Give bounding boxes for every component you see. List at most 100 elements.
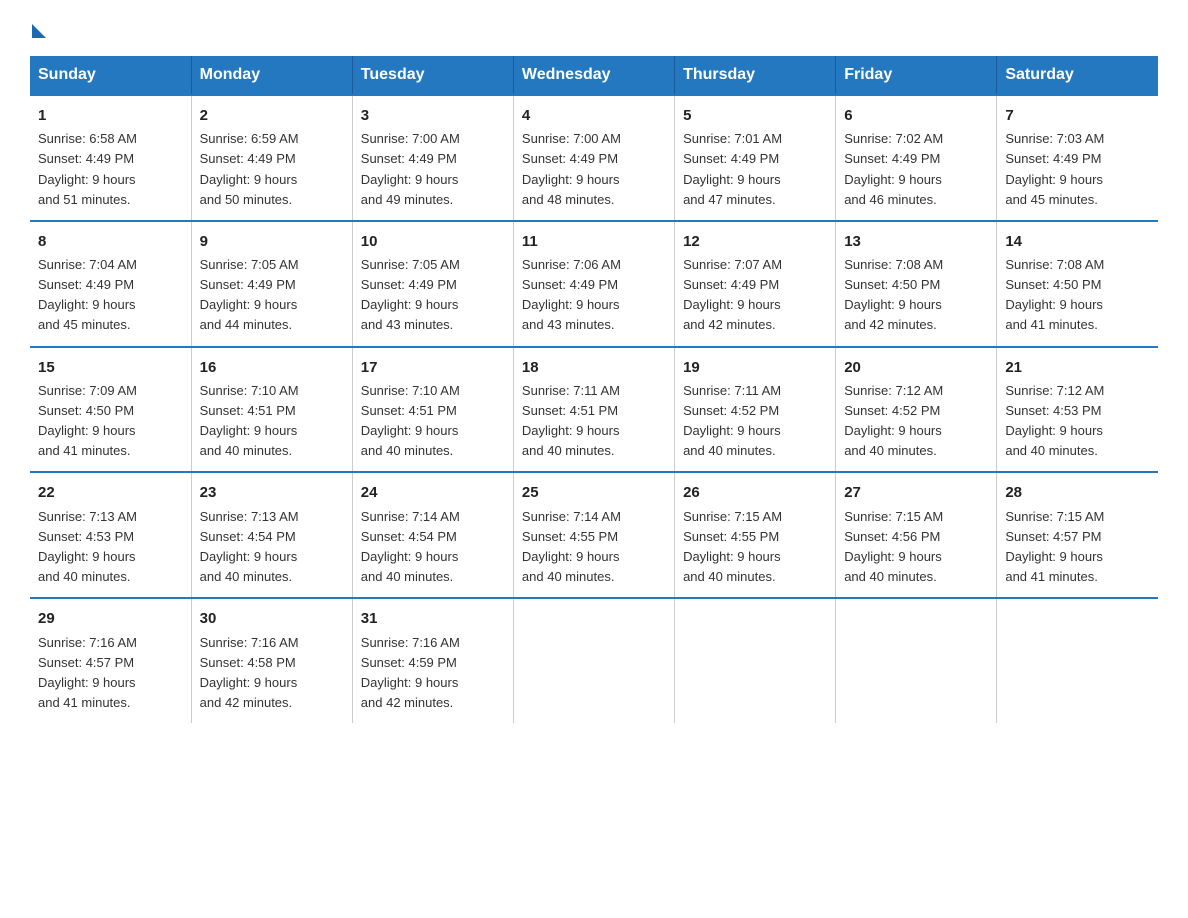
day-number: 12 bbox=[683, 230, 827, 253]
day-number: 26 bbox=[683, 481, 827, 504]
calendar-day-cell: 27 Sunrise: 7:15 AMSunset: 4:56 PMDayligh… bbox=[836, 472, 997, 598]
calendar-week-row: 8Sunrise: 7:04 AMSunset: 4:49 PMDaylight… bbox=[30, 221, 1158, 347]
day-info: Sunrise: 7:00 AMSunset: 4:49 PMDaylight:… bbox=[522, 129, 666, 210]
day-info: Sunrise: 7:06 AMSunset: 4:49 PMDaylight:… bbox=[522, 255, 666, 336]
day-number: 27 bbox=[844, 481, 988, 504]
day-info: Sunrise: 7:16 AMSunset: 4:57 PMDaylight:… bbox=[38, 633, 183, 714]
day-info: Sunrise: 7:00 AMSunset: 4:49 PMDaylight:… bbox=[361, 129, 505, 210]
calendar-day-cell: 7Sunrise: 7:03 AMSunset: 4:49 PMDaylight… bbox=[997, 95, 1158, 221]
calendar-day-cell: 13Sunrise: 7:08 AMSunset: 4:50 PMDayligh… bbox=[836, 221, 997, 347]
day-number: 20 bbox=[844, 356, 988, 379]
day-info: Sunrise: 6:59 AMSunset: 4:49 PMDaylight:… bbox=[200, 129, 344, 210]
day-number: 13 bbox=[844, 230, 988, 253]
day-info: Sunrise: 7:03 AMSunset: 4:49 PMDaylight:… bbox=[1005, 129, 1150, 210]
calendar-day-cell: 16Sunrise: 7:10 AMSunset: 4:51 PMDayligh… bbox=[191, 347, 352, 473]
day-info: Sunrise: 7:15 AMSunset: 4:56 PMDaylight:… bbox=[844, 507, 988, 588]
day-info: Sunrise: 7:01 AMSunset: 4:49 PMDaylight:… bbox=[683, 129, 827, 210]
day-number: 5 bbox=[683, 104, 827, 127]
day-number: 17 bbox=[361, 356, 505, 379]
day-info: Sunrise: 7:15 AMSunset: 4:57 PMDaylight:… bbox=[1005, 507, 1150, 588]
logo-triangle-icon bbox=[32, 24, 46, 38]
page-header bbox=[30, 20, 1158, 38]
calendar-day-cell: 25 Sunrise: 7:14 AMSunset: 4:55 PMDayligh… bbox=[513, 472, 674, 598]
calendar-week-row: 1Sunrise: 6:58 AMSunset: 4:49 PMDaylight… bbox=[30, 95, 1158, 221]
weekday-header-tuesday: Tuesday bbox=[352, 56, 513, 95]
day-number: 15 bbox=[38, 356, 183, 379]
day-number: 18 bbox=[522, 356, 666, 379]
calendar-day-cell: 8Sunrise: 7:04 AMSunset: 4:49 PMDaylight… bbox=[30, 221, 191, 347]
calendar-day-cell: 22Sunrise: 7:13 AMSunset: 4:53 PMDayligh… bbox=[30, 472, 191, 598]
calendar-day-cell: 15Sunrise: 7:09 AMSunset: 4:50 PMDayligh… bbox=[30, 347, 191, 473]
calendar-day-cell: 28 Sunrise: 7:15 AMSunset: 4:57 PMDayligh… bbox=[997, 472, 1158, 598]
calendar-week-row: 29 Sunrise: 7:16 AMSunset: 4:57 PMDayligh… bbox=[30, 598, 1158, 723]
day-info: Sunrise: 7:12 AMSunset: 4:53 PMDaylight:… bbox=[1005, 381, 1150, 462]
calendar-day-cell bbox=[997, 598, 1158, 723]
calendar-day-cell: 4Sunrise: 7:00 AMSunset: 4:49 PMDaylight… bbox=[513, 95, 674, 221]
day-number: 9 bbox=[200, 230, 344, 253]
calendar-day-cell: 10Sunrise: 7:05 AMSunset: 4:49 PMDayligh… bbox=[352, 221, 513, 347]
day-info: Sunrise: 7:05 AMSunset: 4:49 PMDaylight:… bbox=[200, 255, 344, 336]
day-info: Sunrise: 7:15 AMSunset: 4:55 PMDaylight:… bbox=[683, 507, 827, 588]
day-number: 19 bbox=[683, 356, 827, 379]
calendar-day-cell bbox=[675, 598, 836, 723]
day-number: 3 bbox=[361, 104, 505, 127]
day-number: 7 bbox=[1005, 104, 1150, 127]
day-info: Sunrise: 7:04 AMSunset: 4:49 PMDaylight:… bbox=[38, 255, 183, 336]
calendar-day-cell: 18Sunrise: 7:11 AMSunset: 4:51 PMDayligh… bbox=[513, 347, 674, 473]
calendar-day-cell: 19Sunrise: 7:11 AMSunset: 4:52 PMDayligh… bbox=[675, 347, 836, 473]
calendar-week-row: 22Sunrise: 7:13 AMSunset: 4:53 PMDayligh… bbox=[30, 472, 1158, 598]
day-number: 24 bbox=[361, 481, 505, 504]
day-number: 10 bbox=[361, 230, 505, 253]
calendar-day-cell: 30 Sunrise: 7:16 AMSunset: 4:58 PMDayligh… bbox=[191, 598, 352, 723]
weekday-header-monday: Monday bbox=[191, 56, 352, 95]
weekday-header-wednesday: Wednesday bbox=[513, 56, 674, 95]
day-number: 1 bbox=[38, 104, 183, 127]
day-info: Sunrise: 7:09 AMSunset: 4:50 PMDaylight:… bbox=[38, 381, 183, 462]
calendar-day-cell bbox=[513, 598, 674, 723]
day-info: Sunrise: 7:16 AMSunset: 4:58 PMDaylight:… bbox=[200, 633, 344, 714]
calendar-week-row: 15Sunrise: 7:09 AMSunset: 4:50 PMDayligh… bbox=[30, 347, 1158, 473]
day-number: 4 bbox=[522, 104, 666, 127]
day-number: 14 bbox=[1005, 230, 1150, 253]
day-number: 2 bbox=[200, 104, 344, 127]
day-number: 8 bbox=[38, 230, 183, 253]
calendar-day-cell: 26 Sunrise: 7:15 AMSunset: 4:55 PMDayligh… bbox=[675, 472, 836, 598]
day-info: Sunrise: 7:11 AMSunset: 4:51 PMDaylight:… bbox=[522, 381, 666, 462]
calendar-day-cell: 24 Sunrise: 7:14 AMSunset: 4:54 PMDayligh… bbox=[352, 472, 513, 598]
calendar-day-cell: 20Sunrise: 7:12 AMSunset: 4:52 PMDayligh… bbox=[836, 347, 997, 473]
day-info: Sunrise: 7:02 AMSunset: 4:49 PMDaylight:… bbox=[844, 129, 988, 210]
calendar-day-cell: 9Sunrise: 7:05 AMSunset: 4:49 PMDaylight… bbox=[191, 221, 352, 347]
day-info: Sunrise: 7:13 AMSunset: 4:53 PMDaylight:… bbox=[38, 507, 183, 588]
day-info: Sunrise: 6:58 AMSunset: 4:49 PMDaylight:… bbox=[38, 129, 183, 210]
calendar-day-cell: 17Sunrise: 7:10 AMSunset: 4:51 PMDayligh… bbox=[352, 347, 513, 473]
calendar-day-cell: 12Sunrise: 7:07 AMSunset: 4:49 PMDayligh… bbox=[675, 221, 836, 347]
day-info: Sunrise: 7:08 AMSunset: 4:50 PMDaylight:… bbox=[1005, 255, 1150, 336]
weekday-header-thursday: Thursday bbox=[675, 56, 836, 95]
weekday-header-saturday: Saturday bbox=[997, 56, 1158, 95]
calendar-day-cell: 2Sunrise: 6:59 AMSunset: 4:49 PMDaylight… bbox=[191, 95, 352, 221]
day-number: 16 bbox=[200, 356, 344, 379]
calendar-table: SundayMondayTuesdayWednesdayThursdayFrid… bbox=[30, 56, 1158, 723]
day-number: 23 bbox=[200, 481, 344, 504]
day-number: 28 bbox=[1005, 481, 1150, 504]
weekday-header-sunday: Sunday bbox=[30, 56, 191, 95]
day-info: Sunrise: 7:12 AMSunset: 4:52 PMDaylight:… bbox=[844, 381, 988, 462]
calendar-day-cell: 11Sunrise: 7:06 AMSunset: 4:49 PMDayligh… bbox=[513, 221, 674, 347]
day-info: Sunrise: 7:14 AMSunset: 4:55 PMDaylight:… bbox=[522, 507, 666, 588]
calendar-day-cell: 5Sunrise: 7:01 AMSunset: 4:49 PMDaylight… bbox=[675, 95, 836, 221]
day-number: 21 bbox=[1005, 356, 1150, 379]
day-number: 25 bbox=[522, 481, 666, 504]
day-info: Sunrise: 7:11 AMSunset: 4:52 PMDaylight:… bbox=[683, 381, 827, 462]
day-info: Sunrise: 7:07 AMSunset: 4:49 PMDaylight:… bbox=[683, 255, 827, 336]
calendar-day-cell: 14Sunrise: 7:08 AMSunset: 4:50 PMDayligh… bbox=[997, 221, 1158, 347]
day-info: Sunrise: 7:14 AMSunset: 4:54 PMDaylight:… bbox=[361, 507, 505, 588]
day-number: 6 bbox=[844, 104, 988, 127]
day-number: 11 bbox=[522, 230, 666, 253]
day-number: 29 bbox=[38, 607, 183, 630]
logo bbox=[30, 20, 46, 38]
calendar-day-cell: 1Sunrise: 6:58 AMSunset: 4:49 PMDaylight… bbox=[30, 95, 191, 221]
weekday-header-row: SundayMondayTuesdayWednesdayThursdayFrid… bbox=[30, 56, 1158, 95]
weekday-header-friday: Friday bbox=[836, 56, 997, 95]
day-number: 30 bbox=[200, 607, 344, 630]
day-info: Sunrise: 7:10 AMSunset: 4:51 PMDaylight:… bbox=[361, 381, 505, 462]
